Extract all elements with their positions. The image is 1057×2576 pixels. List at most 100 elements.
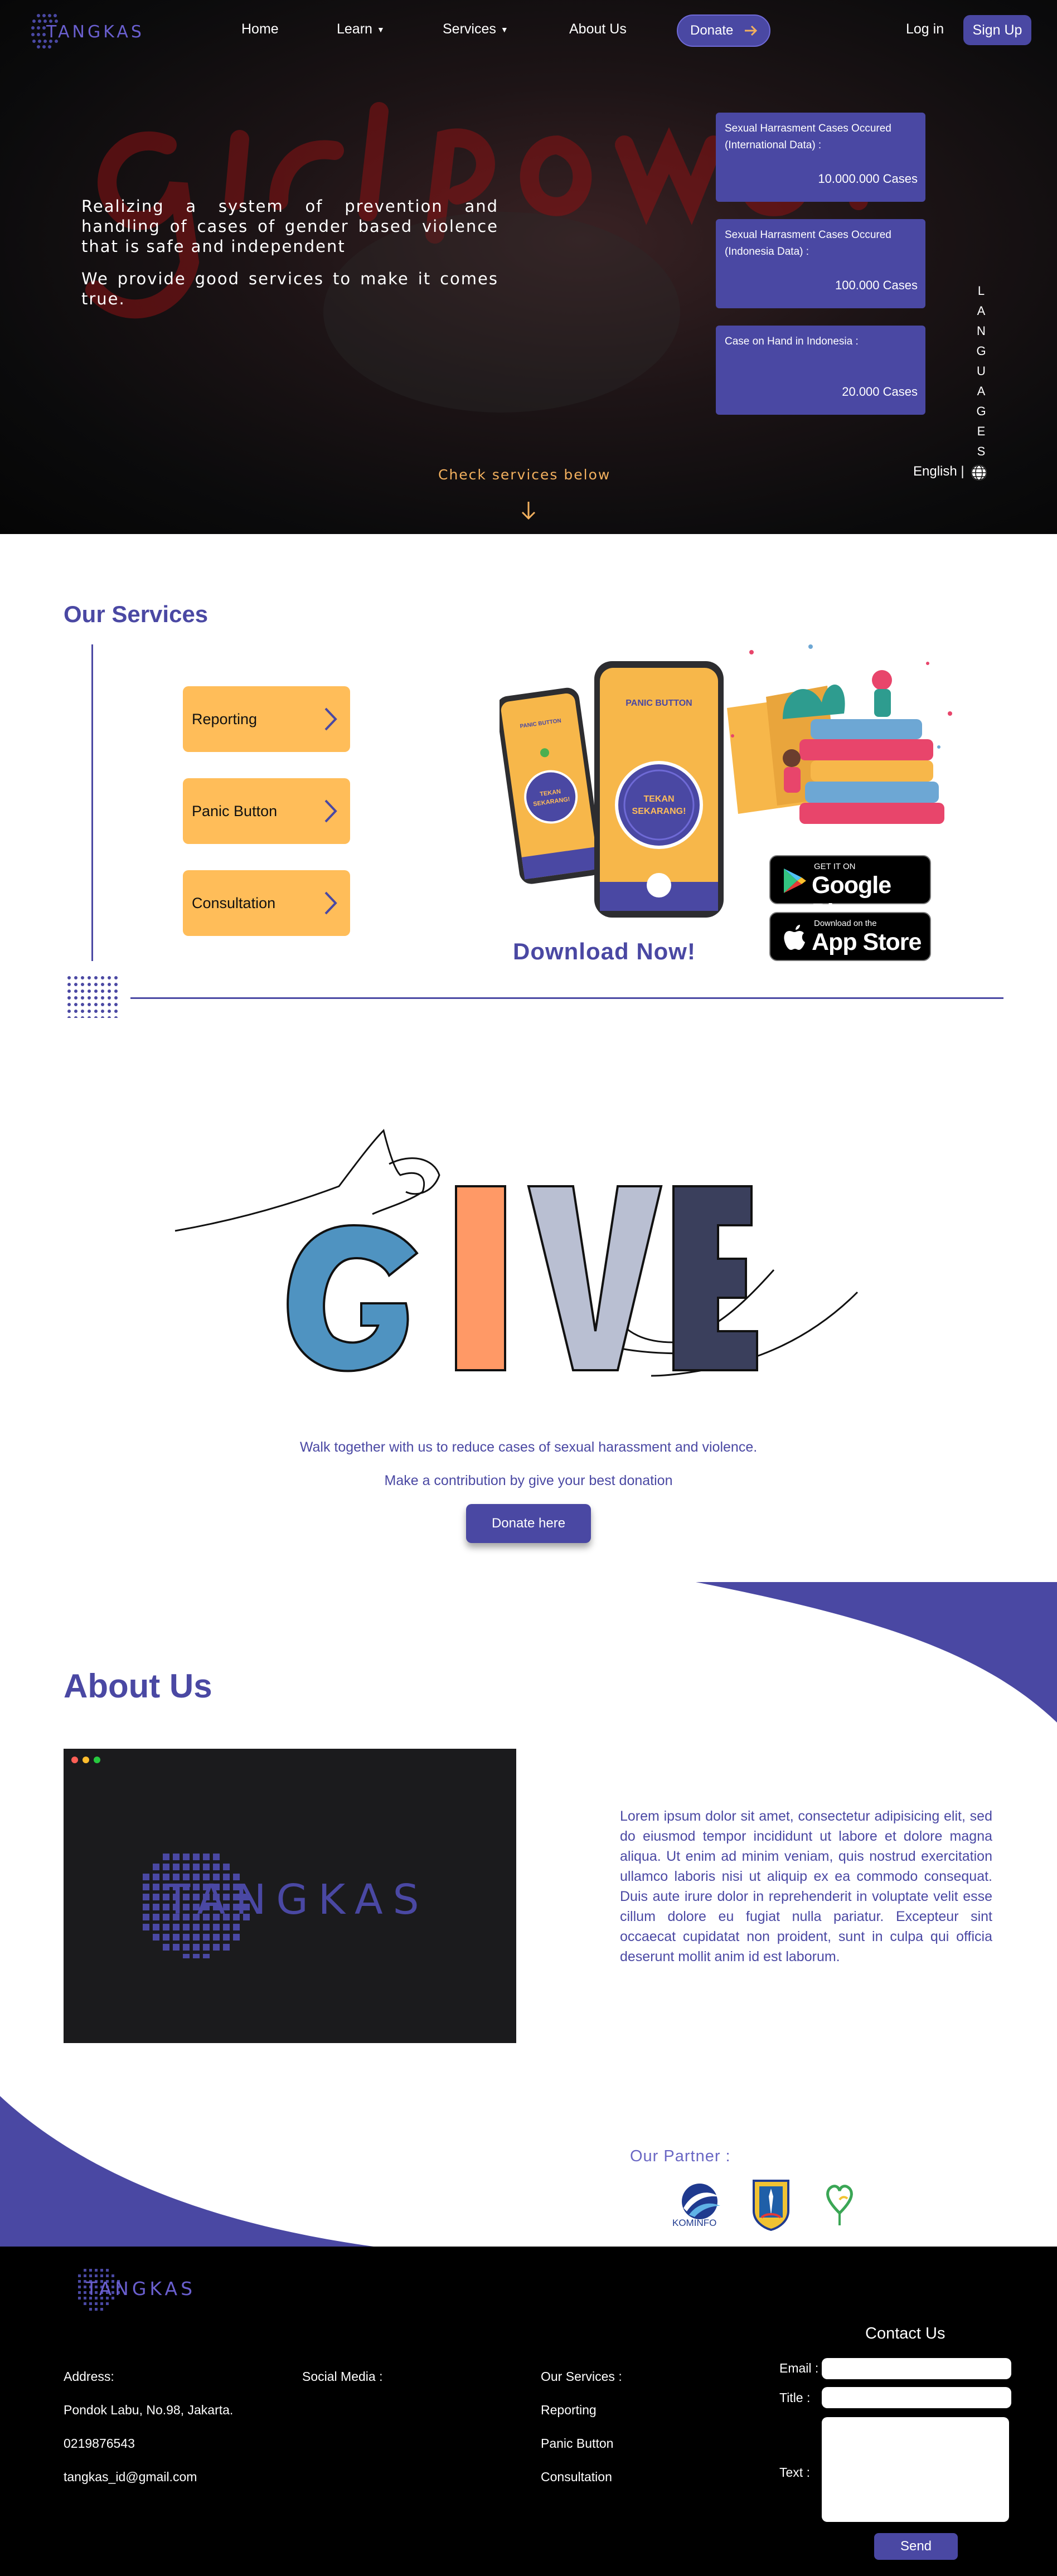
check-services-link[interactable]: Check services below	[438, 467, 610, 483]
decor-dot	[78, 2280, 81, 2283]
title-label: Title :	[779, 2390, 811, 2405]
lang-letter: U	[977, 364, 986, 378]
signup-button[interactable]: Sign Up	[963, 15, 1031, 45]
footer-social-column: Social Media :	[302, 2369, 382, 2403]
google-play-small: GET IT ON	[814, 862, 856, 871]
about-description: Lorem ipsum dolor sit amet, consectetur …	[620, 1808, 992, 1964]
stat-value: 20.000 Cases	[842, 385, 918, 399]
decor-dot	[100, 2269, 103, 2272]
decor-dot	[78, 2291, 81, 2294]
nav-home[interactable]: Home	[241, 21, 279, 37]
decor-dot	[203, 1864, 210, 1870]
service-label: Panic Button	[192, 803, 278, 819]
decor-dot	[81, 1016, 84, 1018]
stat-label: Case on Hand in Indonesia :	[725, 336, 859, 347]
decor-dot	[108, 983, 111, 986]
nav-services[interactable]: Services ▼	[443, 21, 508, 37]
service-panic-button[interactable]: Panic Button	[183, 778, 350, 844]
decor-dot	[84, 2269, 86, 2272]
arrow-down-icon[interactable]	[520, 501, 537, 521]
login-link[interactable]: Log in	[906, 21, 944, 37]
decor-dot	[100, 2274, 103, 2277]
decor-dot	[78, 2274, 81, 2277]
decor-dot	[74, 1010, 77, 1013]
phone-large-tekan: TEKAN	[643, 794, 674, 804]
lang-letter: S	[977, 444, 986, 458]
phone-large-sekarang: SEKARANG!	[632, 807, 686, 816]
decor-dot	[223, 1924, 230, 1930]
decor-dot	[233, 1924, 240, 1930]
about-video-window[interactable]: TANGKAS	[64, 1749, 516, 2043]
message-textarea[interactable]	[822, 2417, 1009, 2522]
decor-dot	[193, 1934, 200, 1941]
decor-dot	[233, 1934, 240, 1941]
footer-logo[interactable]: TANGKAS	[70, 2261, 204, 2313]
decor-dot	[67, 1003, 71, 1006]
decor-dot	[88, 983, 91, 986]
decor-dot	[223, 1864, 230, 1870]
footer-link-panic-button[interactable]: Panic Button	[541, 2436, 622, 2470]
nav-services-label: Services	[443, 21, 496, 37]
decor-dot	[74, 996, 77, 1000]
decor-dot	[108, 1010, 111, 1013]
stat-card-indonesia: Sexual Harrasment Cases Occured (Indones…	[716, 219, 925, 308]
languages-vertical-label: L A N G U A G E S	[974, 281, 988, 462]
decor-dot	[114, 976, 118, 979]
page: TANGKAS Home Learn ▼ Services ▼ About Us D…	[0, 0, 1057, 2576]
decor-dot	[74, 983, 77, 986]
app-store-button[interactable]: Download on the App Store	[769, 912, 931, 961]
footer-address: Pondok Labu, No.98, Jakarta.	[64, 2403, 234, 2417]
decor-dot	[183, 1944, 190, 1951]
service-reporting-button[interactable]: Reporting	[183, 686, 350, 752]
language-switch[interactable]: English |	[913, 464, 964, 479]
footer-link-reporting[interactable]: Reporting	[541, 2403, 622, 2436]
footer-link-consultation[interactable]: Consultation	[541, 2470, 622, 2503]
nav-about[interactable]: About Us	[569, 21, 627, 37]
decor-dot	[100, 2302, 103, 2305]
decor-dot	[203, 1854, 210, 1860]
decor-dot	[153, 1864, 159, 1870]
chevron-right-icon	[324, 799, 337, 823]
decor-dot	[143, 1874, 149, 1880]
decor-dot	[153, 1924, 159, 1930]
decor-dot	[106, 2274, 109, 2277]
chevron-right-icon	[324, 891, 337, 915]
google-play-button[interactable]: GET IT ON Google Play	[769, 855, 931, 926]
stat-card-international: Sexual Harrasment Cases Occured (Interna…	[716, 113, 925, 202]
decor-dot	[108, 1003, 111, 1006]
globe-icon[interactable]	[970, 464, 988, 482]
heart-partner-logo	[826, 2185, 853, 2225]
hero-section: TANGKAS Home Learn ▼ Services ▼ About Us D…	[0, 0, 1057, 534]
decor-dot	[213, 1934, 220, 1941]
nav-learn[interactable]: Learn ▼	[337, 21, 385, 37]
decor-dot	[89, 2308, 92, 2311]
caret-down-icon: ▼	[376, 25, 385, 35]
tangkas-logo[interactable]: TANGKAS	[31, 12, 142, 49]
decor-dot	[153, 1934, 159, 1941]
footer-email[interactable]: tangkas_id@gmail.com	[64, 2470, 233, 2503]
send-button[interactable]: Send	[874, 2533, 958, 2560]
email-field[interactable]	[822, 2358, 1011, 2379]
title-field[interactable]	[822, 2387, 1011, 2408]
lang-letter: G	[976, 404, 986, 418]
lang-letter: A	[977, 384, 986, 398]
decor-dot	[94, 996, 98, 1000]
kominfo-label: KOMINFO	[672, 2218, 717, 2228]
decor-dot	[108, 976, 111, 979]
decor-dot	[143, 1924, 149, 1930]
decor-dot	[81, 983, 84, 986]
donate-button[interactable]: Donate	[677, 14, 770, 47]
decor-dot	[101, 1010, 104, 1013]
decor-dot	[193, 1924, 200, 1930]
nav-learn-label: Learn	[337, 21, 372, 37]
decor-dot	[143, 1904, 149, 1910]
decor-dot	[114, 1003, 118, 1006]
decor-dot	[153, 1914, 159, 1920]
decor-dot	[88, 996, 91, 1000]
decor-dot	[94, 1016, 98, 1018]
service-consultation-button[interactable]: Consultation	[183, 870, 350, 936]
donate-here-button[interactable]: Donate here	[466, 1504, 591, 1543]
google-play-icon	[784, 869, 806, 893]
app-phones-image: PANIC BUTTON TEKAN SEKARANG! PANIC BUTTO…	[500, 661, 724, 918]
email-label: Email :	[779, 2361, 819, 2375]
